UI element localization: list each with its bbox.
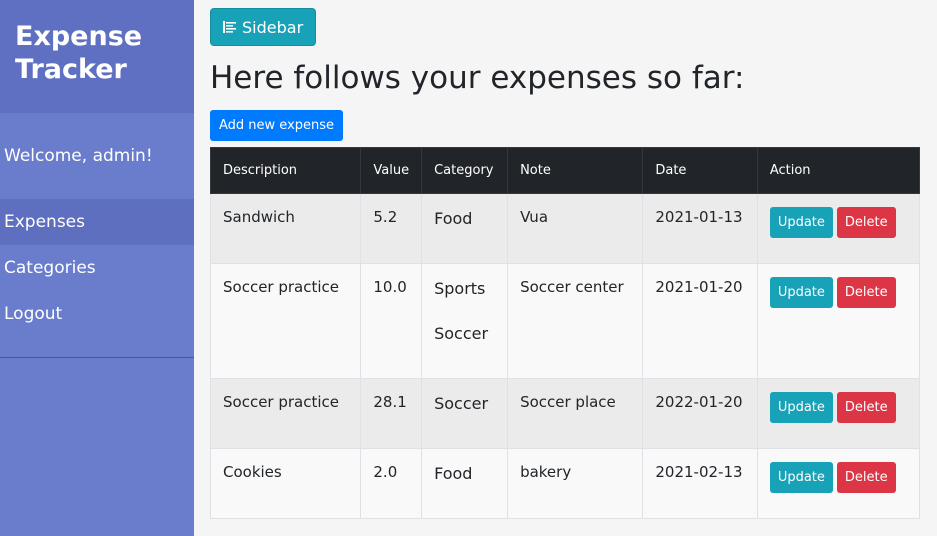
sidebar-divider	[0, 357, 194, 358]
table-row: Sandwich 5.2 Food Vua 2021-01-13 Update D…	[209, 193, 921, 264]
sidebar: Expense Tracker Welcome, admin! Expenses…	[0, 0, 194, 536]
update-button[interactable]: Update	[769, 462, 833, 493]
welcome-text: Welcome, admin!	[4, 146, 153, 166]
column-header-category: Category	[421, 147, 509, 194]
table-row: Cookies 2.0 Food bakery 2021-02-13 Updat…	[209, 448, 921, 519]
category-tag: Sports	[434, 279, 486, 298]
cell-note: bakery	[507, 448, 644, 519]
update-button[interactable]: Update	[769, 392, 833, 423]
sidebar-item-logout[interactable]: Logout	[0, 291, 194, 337]
sidebar-toggle-label: Sidebar	[242, 17, 304, 37]
table-row: Soccer practice 28.1 Soccer Soccer place…	[209, 378, 921, 449]
sidebar-toggle-button[interactable]: Sidebar	[210, 8, 317, 46]
cell-category: Food	[421, 448, 509, 519]
column-header-date: Date	[642, 147, 758, 194]
cell-date: 2021-01-20	[642, 263, 758, 379]
cell-category: Food	[421, 193, 509, 264]
table-header-row: Description Value Category Note Date Act…	[209, 147, 921, 194]
cell-action: Update Delete	[756, 448, 921, 519]
cell-action: Update Delete	[756, 378, 921, 449]
cell-action: Update Delete	[756, 263, 921, 379]
cell-value: 2.0	[360, 448, 423, 519]
cell-description: Sandwich	[209, 193, 362, 264]
cell-category: Soccer	[421, 378, 509, 449]
cell-note: Vua	[507, 193, 644, 264]
delete-button[interactable]: Delete	[836, 207, 896, 238]
cell-description: Cookies	[209, 448, 362, 519]
add-expense-button[interactable]: Add new expense	[210, 110, 344, 141]
column-header-value: Value	[360, 147, 423, 194]
cell-note: Soccer place	[507, 378, 644, 449]
cell-description: Soccer practice	[209, 263, 362, 379]
expenses-table: Description Value Category Note Date Act…	[209, 147, 921, 519]
sidebar-item-expenses[interactable]: Expenses	[0, 199, 194, 245]
column-header-action: Action	[756, 147, 921, 194]
cell-value: 5.2	[360, 193, 423, 264]
category-tag: Food	[434, 209, 473, 228]
delete-button[interactable]: Delete	[836, 392, 896, 423]
cell-value: 28.1	[360, 378, 423, 449]
page-title: Here follows your expenses so far:	[210, 60, 745, 96]
cell-date: 2022-01-20	[642, 378, 758, 449]
delete-button[interactable]: Delete	[836, 277, 896, 308]
cell-description: Soccer practice	[209, 378, 362, 449]
app: Expense Tracker Welcome, admin! Expenses…	[0, 0, 937, 536]
category-tag: Food	[434, 464, 473, 483]
cell-action: Update Delete	[756, 193, 921, 264]
cell-category: Sports Soccer	[421, 263, 509, 379]
category-tag: Soccer	[434, 394, 489, 413]
update-button[interactable]: Update	[769, 207, 833, 238]
sidebar-nav: Expenses Categories Logout	[0, 199, 194, 337]
app-title-line-2: Tracker	[15, 54, 127, 85]
cell-date: 2021-02-13	[642, 448, 758, 519]
category-tag: Soccer	[434, 324, 489, 343]
main-content: Sidebar Here follows your expenses so fa…	[209, 8, 921, 519]
cell-date: 2021-01-13	[642, 193, 758, 264]
cell-value: 10.0	[360, 263, 423, 379]
sidebar-item-categories[interactable]: Categories	[0, 245, 194, 291]
table-row: Soccer practice 10.0 Sports Soccer Socce…	[209, 263, 921, 379]
column-header-description: Description	[209, 147, 362, 194]
update-button[interactable]: Update	[769, 277, 833, 308]
align-left-icon	[223, 21, 236, 33]
sidebar-header: Expense Tracker	[0, 0, 194, 113]
delete-button[interactable]: Delete	[836, 462, 896, 493]
app-title-line-1: Expense	[15, 21, 143, 52]
cell-note: Soccer center	[507, 263, 644, 379]
column-header-note: Note	[507, 147, 644, 194]
